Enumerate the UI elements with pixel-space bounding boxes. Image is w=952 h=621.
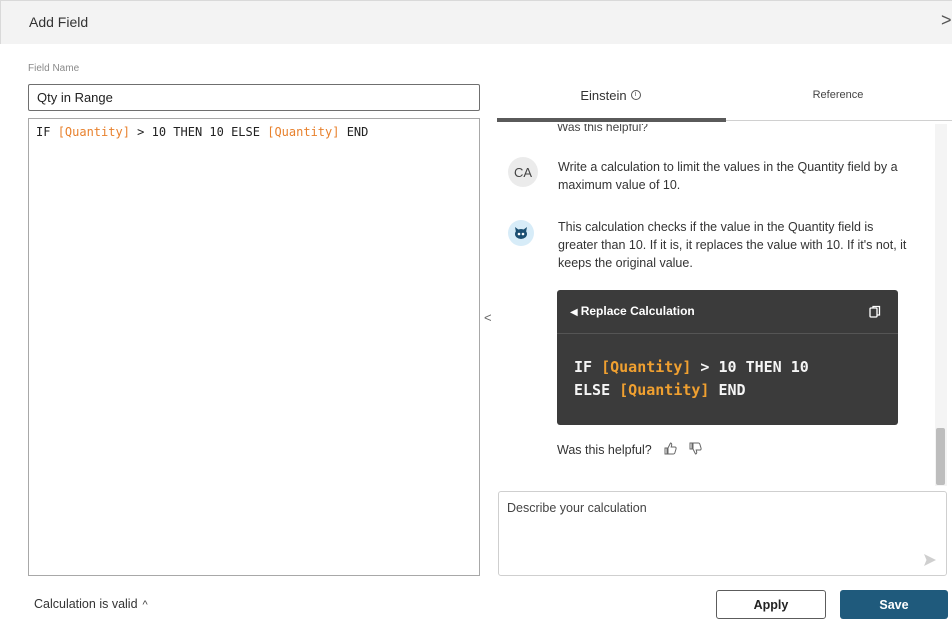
replace-calculation-label: Replace Calculation [580, 304, 695, 318]
thumbs-up-icon[interactable] [664, 442, 677, 458]
user-message: Write a calculation to limit the values … [558, 160, 898, 192]
replace-calculation-button[interactable]: ◀ Replace Calculation [570, 304, 695, 318]
copy-icon[interactable] [869, 305, 883, 319]
code-token-keyword: IF [574, 358, 602, 376]
user-avatar: CA [508, 157, 538, 187]
editor-token-keyword: > 10 THEN 10 ELSE [129, 125, 268, 139]
editor-token-keyword: IF [36, 125, 58, 139]
apply-button[interactable]: Apply [716, 590, 826, 619]
einstein-bot-icon [508, 220, 534, 246]
code-token-field: [Quantity] [619, 381, 710, 399]
code-line-1: IF [Quantity] > 10 THEN 10 [574, 356, 884, 379]
suggested-code: IF [Quantity] > 10 THEN 10 ELSE [Quantit… [574, 356, 884, 402]
send-icon[interactable] [923, 553, 937, 567]
tab-reference-label: Reference [812, 89, 864, 101]
previous-feedback-text: Was this helpful? [557, 124, 648, 134]
calculation-editor[interactable]: IF [Quantity] > 10 THEN 10 ELSE [Quantit… [28, 118, 480, 576]
collapse-panel-icon[interactable]: < [484, 310, 494, 326]
active-tab-indicator [497, 118, 726, 122]
chat-history: Was this helpful? CA Write a calculation… [497, 124, 937, 486]
describe-calculation-input[interactable] [507, 501, 907, 561]
code-token-keyword: ELSE [574, 381, 620, 399]
editor-token-field: [Quantity] [267, 125, 340, 139]
calculation-status[interactable]: Calculation is valid ^ [34, 597, 148, 611]
dialog-title: Add Field [29, 14, 89, 30]
bot-message: This calculation checks if the value in … [558, 220, 907, 270]
editor-token-field: [Quantity] [57, 125, 130, 139]
tab-einstein-label: Einstein [580, 87, 627, 103]
editor-token-keyword: END [339, 125, 369, 139]
code-token-keyword: > 10 THEN 10 [691, 358, 809, 376]
info-icon: i [630, 90, 641, 100]
field-name-input[interactable] [28, 84, 480, 111]
prompt-box [498, 491, 947, 576]
code-line-2: ELSE [Quantity] END [574, 379, 884, 402]
code-token-keyword: END [709, 381, 746, 399]
close-icon[interactable]: > [941, 11, 952, 29]
feedback-label: Was this helpful? [557, 443, 652, 457]
code-card-header: ◀ Replace Calculation [557, 290, 898, 334]
suggested-calculation-card: ◀ Replace Calculation IF [Quantity] > 10 … [557, 290, 898, 425]
dialog-header: Add Field > [0, 0, 952, 44]
calculation-status-text: Calculation is valid [34, 597, 138, 611]
tab-divider [726, 120, 952, 121]
save-button[interactable]: Save [840, 590, 948, 619]
field-name-label: Field Name [28, 63, 80, 74]
tab-einstein[interactable]: Einstein i [497, 70, 724, 120]
replace-arrow-icon: ◀ [570, 307, 578, 318]
panel-tabs: Einstein i Reference [497, 70, 952, 122]
chevron-up-icon: ^ [142, 599, 148, 611]
chat-scrollbar-thumb[interactable] [936, 428, 945, 485]
thumbs-down-icon[interactable] [689, 442, 702, 458]
feedback-row: Was this helpful? [557, 442, 702, 458]
code-token-field: [Quantity] [601, 358, 692, 376]
tab-reference[interactable]: Reference [724, 70, 952, 120]
